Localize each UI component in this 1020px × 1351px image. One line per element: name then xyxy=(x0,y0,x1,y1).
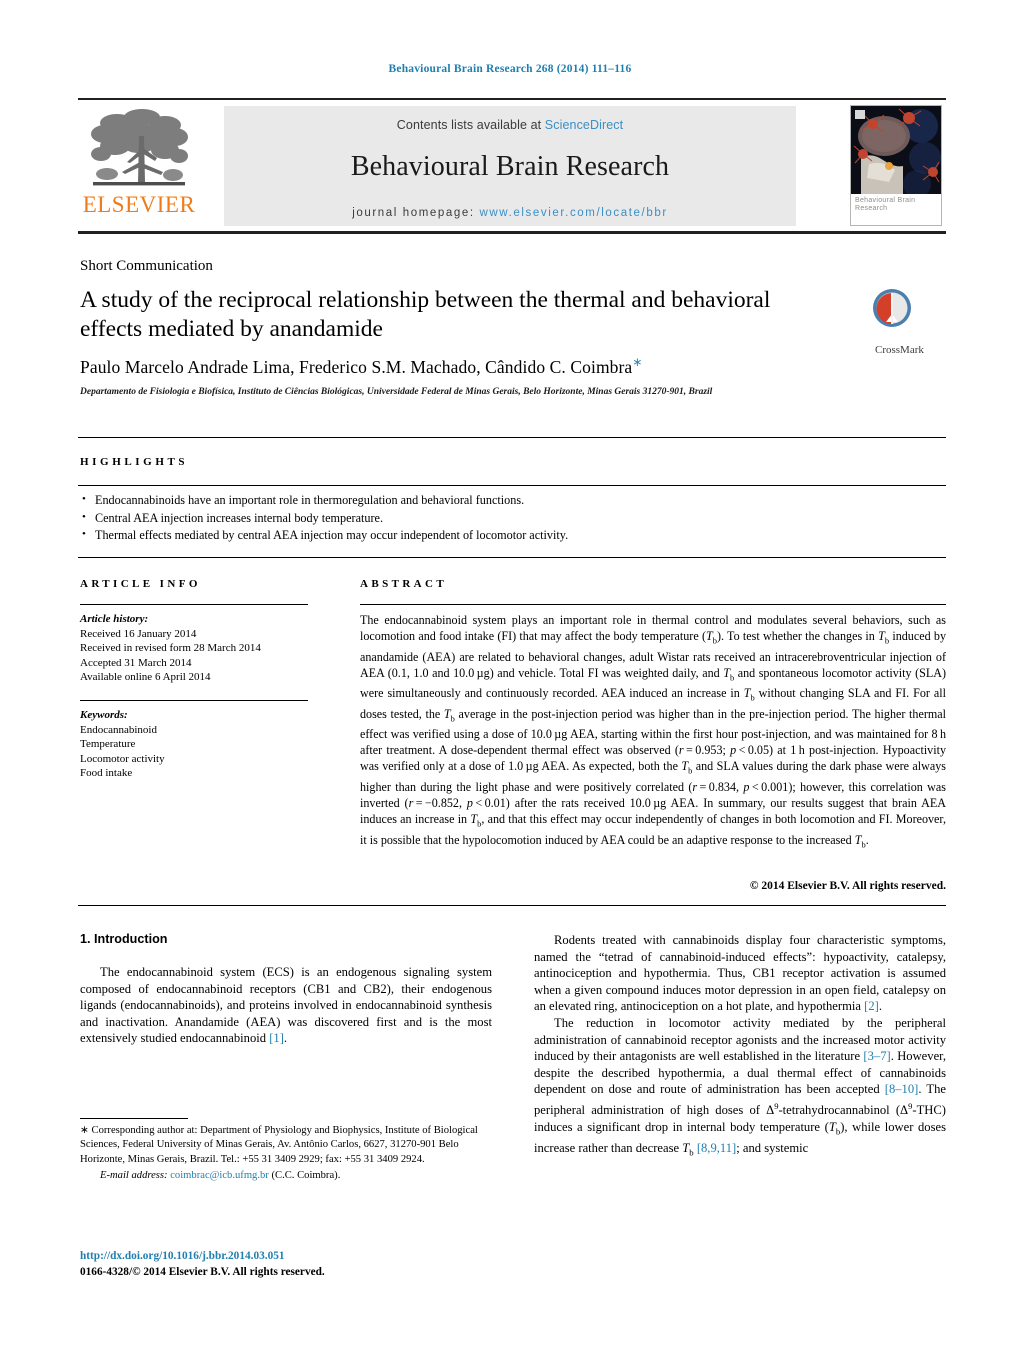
article-type-label: Short Communication xyxy=(80,258,213,274)
list-item: Central AEA injection increases internal… xyxy=(82,509,942,528)
article-info-rule xyxy=(80,604,308,605)
citation-link[interactable]: [2] xyxy=(864,999,879,1013)
history-item: Received in revised form 28 March 2014 xyxy=(80,642,261,655)
paragraph: The reduction in locomotor activity medi… xyxy=(534,1015,946,1158)
paper-page: Behavioural Brain Research 268 (2014) 11… xyxy=(0,0,1020,1351)
running-head: Behavioural Brain Research 268 (2014) 11… xyxy=(388,63,632,75)
highlights-list: Endocannabinoids have an important role … xyxy=(82,491,942,545)
keywords-label: Keywords: xyxy=(80,709,128,721)
corresponding-author-footnote: ∗ Corresponding author at: Department of… xyxy=(80,1124,496,1184)
paragraph: Rodents treated with cannabinoids displa… xyxy=(534,933,946,1014)
crossmark-label: CrossMark xyxy=(875,344,924,356)
keywords-block: Keywords: Endocannabinoid Temperature Lo… xyxy=(80,708,312,781)
section-heading-introduction: 1. Introduction xyxy=(80,932,168,946)
highlights-rule-mid xyxy=(78,485,946,486)
page-title: A study of the reciprocal relationship b… xyxy=(80,287,771,342)
email-owner: (C.C. Coimbra). xyxy=(271,1170,341,1182)
contents-available-line: Contents lists available at ScienceDirec… xyxy=(224,106,796,132)
abstract-rule-bottom xyxy=(78,905,946,906)
body-column-left: 1. Introduction The endocannabinoid syst… xyxy=(80,932,492,1047)
crossmark-badge[interactable]: CrossMark xyxy=(872,288,956,356)
email-label: E-mail address: xyxy=(100,1170,168,1182)
list-item: Thermal effects mediated by central AEA … xyxy=(82,526,942,545)
highlights-rule-bottom xyxy=(78,557,946,558)
highlights-heading: HIGHLIGHTS xyxy=(80,456,189,468)
cover-caption: Behavioural Brain Research xyxy=(855,197,916,212)
author-names: Paulo Marcelo Andrade Lima, Frederico S.… xyxy=(80,356,633,377)
elsevier-wordmark: ELSEVIER xyxy=(82,192,196,217)
abstract-copyright: © 2014 Elsevier B.V. All rights reserved… xyxy=(749,880,946,892)
issn-copyright-line: 0166-4328/© 2014 Elsevier B.V. All right… xyxy=(80,1265,325,1278)
email-line: E-mail address: coimbrac@icb.ufmg.br (C.… xyxy=(80,1169,496,1183)
article-history-label: Article history: xyxy=(80,613,149,625)
article-history-block: Article history: Received 16 January 201… xyxy=(80,612,312,685)
crossmark-icon xyxy=(873,289,911,327)
history-item: Received 16 January 2014 xyxy=(80,627,197,640)
corresponding-author-marker: ∗ xyxy=(632,355,643,369)
journal-masthead: ELSEVIER Contents lists available at Sci… xyxy=(78,98,946,234)
contents-prefix: Contents lists available at xyxy=(396,118,545,132)
elsevier-logo: ELSEVIER xyxy=(80,106,198,226)
article-info-heading: ARTICLE INFO xyxy=(80,578,201,590)
citation-link[interactable]: [8–10] xyxy=(885,1082,919,1096)
author-list: Paulo Marcelo Andrade Lima, Frederico S.… xyxy=(80,355,642,378)
body-column-right: Rodents treated with cannabinoids displa… xyxy=(534,932,946,1161)
abstract-rule xyxy=(360,604,946,605)
abstract-heading: ABSTRACT xyxy=(360,578,448,590)
keyword-item: Food intake xyxy=(80,767,133,780)
list-item: Endocannabinoids have an important role … xyxy=(82,491,942,510)
abstract-text: The endocannabinoid system plays an impo… xyxy=(360,613,946,849)
keyword-item: Endocannabinoid xyxy=(80,723,157,736)
elsevier-tree-icon xyxy=(91,109,188,186)
keywords-rule xyxy=(80,700,308,701)
homepage-prefix: journal homepage: xyxy=(352,207,480,219)
citation-link[interactable]: [8,9,11] xyxy=(697,1141,736,1155)
email-link[interactable]: coimbrac@icb.ufmg.br xyxy=(170,1170,269,1181)
journal-homepage-line: journal homepage: www.elsevier.com/locat… xyxy=(224,207,796,219)
paragraph: The endocannabinoid system (ECS) is an e… xyxy=(80,965,492,1046)
affiliation: Departamento de Fisiologia e Biofísica, … xyxy=(80,387,713,397)
doi-block: http://dx.doi.org/10.1016/j.bbr.2014.03.… xyxy=(80,1249,500,1280)
journal-title: Behavioural Brain Research xyxy=(350,151,670,182)
history-item: Accepted 31 March 2014 xyxy=(80,656,192,669)
footnote-rule xyxy=(80,1118,188,1119)
journal-band: Contents lists available at ScienceDirec… xyxy=(224,106,796,226)
highlights-rule-top xyxy=(78,437,946,438)
keyword-item: Temperature xyxy=(80,738,136,751)
cover-artwork-image xyxy=(851,106,941,194)
masthead-rule-bottom xyxy=(78,231,946,234)
footnote-text: ∗ Corresponding author at: Department of… xyxy=(80,1125,478,1165)
citation-link[interactable]: [3–7] xyxy=(863,1049,890,1063)
history-item: Available online 6 April 2014 xyxy=(80,671,211,684)
journal-cover-thumbnail: Behavioural Brain Research xyxy=(850,105,942,226)
doi-link[interactable]: http://dx.doi.org/10.1016/j.bbr.2014.03.… xyxy=(80,1249,500,1265)
journal-homepage-link[interactable]: www.elsevier.com/locate/bbr xyxy=(479,207,667,219)
keyword-item: Locomotor activity xyxy=(80,752,165,765)
masthead-rule-top xyxy=(78,98,946,100)
sciencedirect-link[interactable]: ScienceDirect xyxy=(545,118,623,132)
citation-link[interactable]: [1] xyxy=(269,1031,284,1045)
